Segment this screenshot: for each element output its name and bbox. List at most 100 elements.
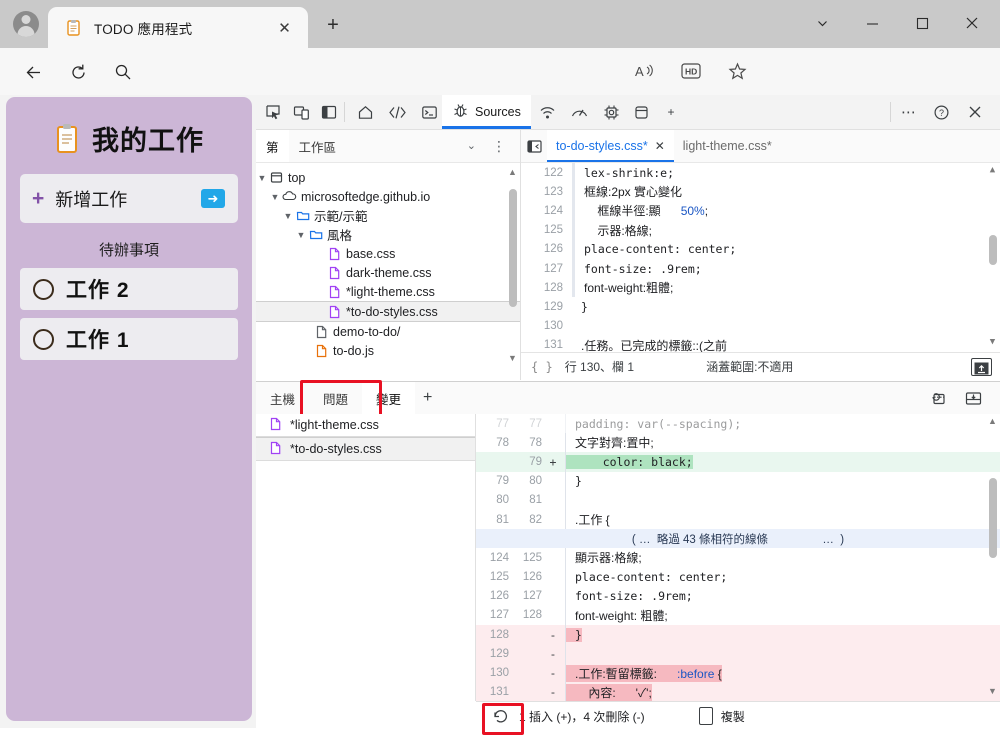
tab-workspace[interactable]: 工作區 xyxy=(289,130,347,162)
scrollbar-thumb[interactable] xyxy=(989,235,997,265)
tree-item[interactable]: ▼ 風格 xyxy=(256,225,520,244)
task-checkbox[interactable] xyxy=(33,279,54,300)
add-task-input[interactable]: 新增工作 xyxy=(55,186,127,212)
inspect-icon[interactable] xyxy=(260,99,286,125)
tree-item[interactable]: to-do.js xyxy=(256,341,520,360)
code-line: 124 框線半徑:顯 50%; xyxy=(521,201,1000,220)
diff-old-line: 131 xyxy=(476,686,509,698)
network-icon[interactable] xyxy=(534,99,560,125)
diff-text: 文字對齊:置中; xyxy=(566,434,654,451)
back-icon[interactable] xyxy=(18,57,48,87)
tab-close-button[interactable]: ✕ xyxy=(275,18,294,37)
list-item[interactable]: 工作 1 xyxy=(20,318,238,360)
tab-issues[interactable]: 問題 xyxy=(309,382,362,414)
tab-actions-chevron-icon[interactable] xyxy=(800,8,844,38)
home-icon[interactable] xyxy=(352,99,378,125)
tab-console[interactable]: 主機 xyxy=(256,382,309,414)
devtools-close-button[interactable] xyxy=(962,99,988,125)
scrollbar-thumb[interactable] xyxy=(989,478,997,558)
hd-icon[interactable]: HD xyxy=(676,56,706,86)
code-line: 128font-weight:粗體; xyxy=(521,278,1000,297)
todo-app-card: 我的工作 + 新增工作 ➜ 待辦事項 工作 2 工作 1 xyxy=(6,97,252,721)
help-icon[interactable]: ? xyxy=(928,99,954,125)
copy-button[interactable]: 複製 xyxy=(699,707,745,725)
elements-icon[interactable] xyxy=(384,99,410,125)
diff-scrollbar[interactable]: ▲ ▼ xyxy=(987,416,998,698)
tree-scrollbar[interactable]: ▲ ▼ xyxy=(507,167,518,365)
tree-item[interactable]: ▼ 示範/示範 xyxy=(256,206,520,225)
scroll-up-arrow-icon[interactable]: ▲ xyxy=(507,167,518,177)
diff-fold-row[interactable]: ( … 略過 43 條相符的線條 … ) xyxy=(476,529,1000,548)
diff-view[interactable]: 7777padding: var(--spacing); 7878文字對齊:置中… xyxy=(476,414,1000,701)
diff-old-line: 126 xyxy=(476,590,509,602)
expand-arrow-icon[interactable]: ▼ xyxy=(295,230,307,240)
performance-icon[interactable] xyxy=(566,99,592,125)
diff-line: 124125顯示器:格線; xyxy=(476,548,1000,567)
diff-old-line: 81 xyxy=(476,514,509,526)
console-icon[interactable] xyxy=(416,99,442,125)
toolbar-divider xyxy=(344,102,345,122)
tree-item-selected[interactable]: *to-do-styles.css xyxy=(256,301,520,322)
task-checkbox[interactable] xyxy=(33,329,54,350)
tree-item-label: to-do.js xyxy=(333,344,374,358)
editor-tab-light-theme[interactable]: light-theme.css* xyxy=(674,130,781,162)
expand-arrow-icon[interactable]: ▼ xyxy=(269,192,281,202)
scroll-up-arrow-icon[interactable]: ▲ xyxy=(987,416,998,426)
browser-tab[interactable]: TODO 應用程式 ✕ xyxy=(48,7,308,48)
todo-header: 我的工作 xyxy=(6,97,252,158)
star-icon[interactable] xyxy=(722,56,752,86)
profile-button[interactable] xyxy=(8,6,44,42)
tab-changes[interactable]: 變更 xyxy=(362,382,415,414)
expand-arrow-icon[interactable]: ▼ xyxy=(282,211,294,221)
tree-item[interactable]: demo-to-do/ xyxy=(256,322,520,341)
devtools-more-button[interactable]: ⋯ xyxy=(896,99,922,125)
revert-icon[interactable] xyxy=(488,706,510,726)
application-icon[interactable] xyxy=(628,99,654,125)
minimize-button[interactable] xyxy=(850,8,894,38)
tree-item[interactable]: ▼ microsoftedge.github.io xyxy=(256,187,520,206)
tab-page[interactable]: 第 xyxy=(256,130,289,162)
expand-arrow-icon[interactable]: ▼ xyxy=(256,173,268,183)
scroll-down-arrow-icon[interactable]: ▼ xyxy=(987,686,998,696)
reload-icon[interactable] xyxy=(63,57,93,87)
tree-item[interactable]: *light-theme.css xyxy=(256,282,520,301)
tab-sources[interactable]: Sources xyxy=(442,95,531,129)
copy-icon xyxy=(699,707,713,725)
list-item-selected[interactable]: *to-do-styles.css xyxy=(256,437,475,461)
window-close-button[interactable] xyxy=(950,8,994,38)
memory-icon[interactable] xyxy=(598,99,624,125)
doc-file-icon xyxy=(313,325,330,339)
submit-arrow-icon[interactable]: ➜ xyxy=(201,189,225,208)
code-area[interactable]: 122lex-shrink:e; 123框線:2px 實心變化 124 框線半徑… xyxy=(521,163,1000,353)
panel-toggle-icon[interactable] xyxy=(521,130,547,162)
scrollbar-thumb[interactable] xyxy=(509,189,517,307)
pretty-print-icon[interactable] xyxy=(971,358,992,376)
chevron-down-icon[interactable]: ⌄ xyxy=(467,139,476,152)
new-tab-button[interactable]: + xyxy=(320,12,346,38)
editor-tab-to-do-styles[interactable]: to-do-styles.css* ✕ xyxy=(547,130,674,162)
add-task-row[interactable]: + 新增工作 ➜ xyxy=(20,174,238,223)
format-icon[interactable]: { } xyxy=(531,360,553,374)
editor-scrollbar[interactable]: ▲ ▼ xyxy=(987,165,998,349)
dock-side-icon[interactable] xyxy=(316,99,342,125)
line-text: } xyxy=(572,300,588,314)
scroll-down-arrow-icon[interactable]: ▼ xyxy=(987,337,998,347)
search-icon[interactable] xyxy=(108,57,138,87)
maximize-button[interactable] xyxy=(900,8,944,38)
list-item[interactable]: *light-theme.css xyxy=(256,414,475,437)
scroll-up-arrow-icon[interactable]: ▲ xyxy=(987,165,998,175)
tree-item[interactable]: dark-theme.css xyxy=(256,263,520,282)
device-toggle-icon[interactable] xyxy=(288,99,314,125)
tree-item[interactable]: base.css xyxy=(256,244,520,263)
list-item[interactable]: 工作 2 xyxy=(20,268,238,310)
dock-bottom-icon[interactable] xyxy=(962,388,984,408)
drawer-add-tab-button[interactable]: + xyxy=(423,389,432,407)
read-aloud-icon[interactable]: A xyxy=(630,56,660,86)
tree-item[interactable]: ▼ top xyxy=(256,168,520,187)
add-panel-button[interactable]: + xyxy=(658,99,684,125)
scroll-down-arrow-icon[interactable]: ▼ xyxy=(507,353,518,363)
diff-old-line: 124 xyxy=(476,552,509,564)
restore-drawer-icon[interactable] xyxy=(926,388,948,408)
navigator-more-button[interactable]: ⋮ xyxy=(492,135,506,157)
editor-tab-close-icon[interactable]: ✕ xyxy=(655,139,665,153)
